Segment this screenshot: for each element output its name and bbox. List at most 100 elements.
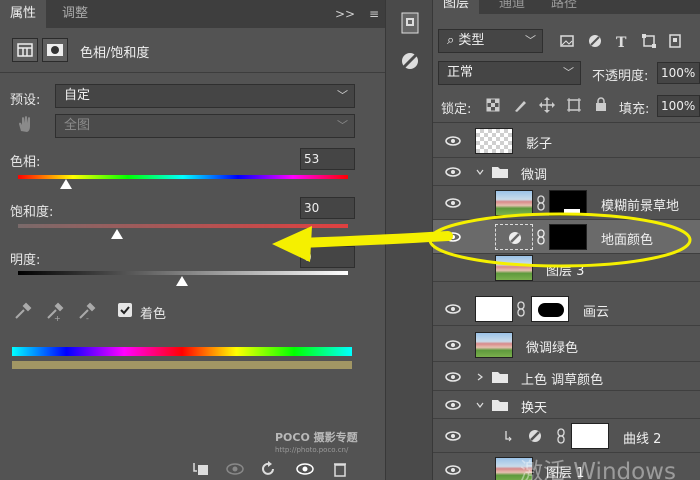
pixel-layer-filter-icon[interactable]	[559, 33, 575, 49]
preset-value: 自定	[64, 88, 91, 103]
layer-row[interactable]: 画云	[433, 292, 700, 326]
lock-position-move-icon[interactable]	[539, 97, 555, 113]
input-hue-bar	[12, 347, 352, 356]
hue-slider-thumb[interactable]	[60, 179, 72, 189]
layer-mask-thumbnail	[531, 296, 569, 322]
folder-icon	[492, 400, 508, 411]
checkmark-icon	[120, 306, 130, 315]
layer-group-row[interactable]: 微调	[433, 158, 700, 186]
colorize-checkbox[interactable]	[118, 303, 132, 317]
properties-tabbar: 属性 调整 >> ≡	[0, 0, 385, 28]
adjustment-layer-filter-icon[interactable]	[587, 33, 603, 49]
tab-channels[interactable]: 通道	[489, 0, 535, 14]
lightness-slider-thumb[interactable]	[176, 276, 188, 286]
saturation-input[interactable]: 30	[300, 197, 355, 219]
link-chain-icon[interactable]	[517, 301, 525, 317]
eye-icon[interactable]	[445, 340, 461, 350]
layer-filter-value: 类型	[458, 33, 485, 48]
layer-row[interactable]: 曲线 2	[433, 419, 700, 453]
lightness-input[interactable]: 0	[300, 246, 355, 268]
smart-object-filter-icon[interactable]	[667, 33, 683, 49]
properties-footer	[0, 458, 385, 480]
eye-icon[interactable]	[445, 431, 461, 441]
panel-menu-controls: >> ≡	[325, 0, 379, 28]
chevron-down-icon: ﹀	[337, 89, 348, 102]
svg-text:+: +	[54, 314, 61, 322]
layer-mask-thumbnail	[549, 224, 587, 250]
tab-paths[interactable]: 路径	[541, 0, 587, 14]
reset-icon[interactable]	[260, 461, 278, 477]
layer-row-selected[interactable]: 地面颜色	[433, 220, 700, 254]
type-layer-filter-icon[interactable]: T	[613, 33, 629, 49]
opacity-label: 不透明度:	[592, 69, 649, 84]
layer-thumbnail	[475, 296, 513, 322]
eye-icon[interactable]	[445, 232, 461, 242]
layer-row[interactable]: 模糊前景草地	[433, 186, 700, 220]
link-chain-icon[interactable]	[537, 195, 545, 211]
chevron-down-icon[interactable]	[475, 167, 485, 177]
tab-adjustments[interactable]: 调整	[52, 0, 98, 28]
collapse-panels-icon[interactable]: >>	[335, 7, 355, 21]
layer-group-row[interactable]: 换天	[433, 391, 700, 419]
lock-pixels-brush-icon[interactable]	[512, 97, 528, 113]
adjustment-thumbnail	[495, 224, 533, 250]
link-chain-icon[interactable]	[557, 428, 565, 444]
link-chain-icon[interactable]	[537, 229, 545, 245]
adjustment-layer-icon[interactable]	[12, 38, 38, 62]
saturation-slider-track[interactable]	[18, 224, 348, 228]
chevron-right-icon[interactable]	[475, 372, 485, 382]
targeted-adjustment-hand-icon[interactable]	[14, 113, 36, 135]
layers-tabbar: 图层 通道 路径	[433, 0, 700, 14]
eye-icon[interactable]	[445, 198, 461, 208]
chevron-down-icon: ﹀	[563, 66, 574, 79]
layer-filter-select[interactable]: ⌕ 类型 ﹀	[438, 29, 543, 53]
layer-name: 换天	[521, 401, 548, 416]
channel-select[interactable]: 全图 ﹀	[55, 114, 355, 138]
layer-group-row[interactable]: 上色 调草颜色	[433, 363, 700, 391]
shape-layer-filter-icon[interactable]	[641, 33, 657, 49]
folder-icon	[492, 372, 508, 383]
blend-mode-select[interactable]: 正常 ﹀	[438, 61, 581, 85]
lock-artboard-icon[interactable]	[566, 97, 582, 113]
toggle-visibility-icon[interactable]	[294, 461, 316, 477]
layer-row[interactable]: 影子	[433, 124, 700, 158]
layer-row[interactable]: 图层 3	[433, 254, 700, 282]
lock-all-icon[interactable]	[593, 96, 609, 113]
adjustment-curves-icon	[529, 430, 541, 442]
eyedropper-minus-icon[interactable]: -	[76, 300, 98, 322]
adjustment-hue-saturation-icon	[509, 232, 521, 244]
adjustments-panel-icon[interactable]	[397, 48, 423, 74]
eye-icon[interactable]	[445, 465, 461, 475]
layer-row[interactable]: 微调绿色	[433, 328, 700, 362]
layer-name: 曲线 2	[623, 432, 662, 447]
clipping-arrow-icon	[505, 431, 512, 442]
layer-name: 微调	[521, 168, 548, 183]
eye-icon[interactable]	[445, 400, 461, 410]
lightness-slider-track[interactable]	[18, 271, 348, 275]
opacity-input[interactable]: 100%	[657, 62, 700, 84]
mask-shape	[564, 209, 580, 215]
adjustment-title: 色相/饱和度	[80, 46, 150, 61]
saturation-slider-thumb[interactable]	[111, 229, 123, 239]
layers-panel: 图层 通道 路径 ⌕ 类型 ﹀ T 正常 ﹀ 不透明度: 100% 锁定: 填充…	[433, 0, 700, 480]
view-previous-state-icon[interactable]	[224, 461, 246, 477]
preset-select[interactable]: 自定 ﹀	[55, 84, 355, 108]
eye-icon[interactable]	[445, 372, 461, 382]
tab-properties[interactable]: 属性	[0, 0, 47, 28]
tab-layers[interactable]: 图层	[433, 0, 480, 14]
eye-icon[interactable]	[445, 136, 461, 146]
lock-transparent-icon[interactable]	[485, 97, 501, 113]
layer-comps-icon[interactable]	[397, 10, 423, 36]
mask-icon[interactable]	[42, 38, 68, 62]
hue-input[interactable]: 53	[300, 148, 355, 170]
panel-menu-icon[interactable]: ≡	[369, 7, 379, 21]
eye-icon[interactable]	[445, 304, 461, 314]
eyedropper-plus-icon[interactable]: +	[44, 300, 66, 322]
clip-to-layer-icon[interactable]	[192, 461, 210, 477]
eye-icon[interactable]	[445, 167, 461, 177]
layer-mask-thumbnail	[549, 190, 587, 216]
chevron-down-icon[interactable]	[475, 400, 485, 410]
fill-input[interactable]: 100%	[657, 95, 700, 117]
eyedropper-icon[interactable]	[12, 300, 34, 322]
delete-icon[interactable]	[332, 461, 348, 477]
